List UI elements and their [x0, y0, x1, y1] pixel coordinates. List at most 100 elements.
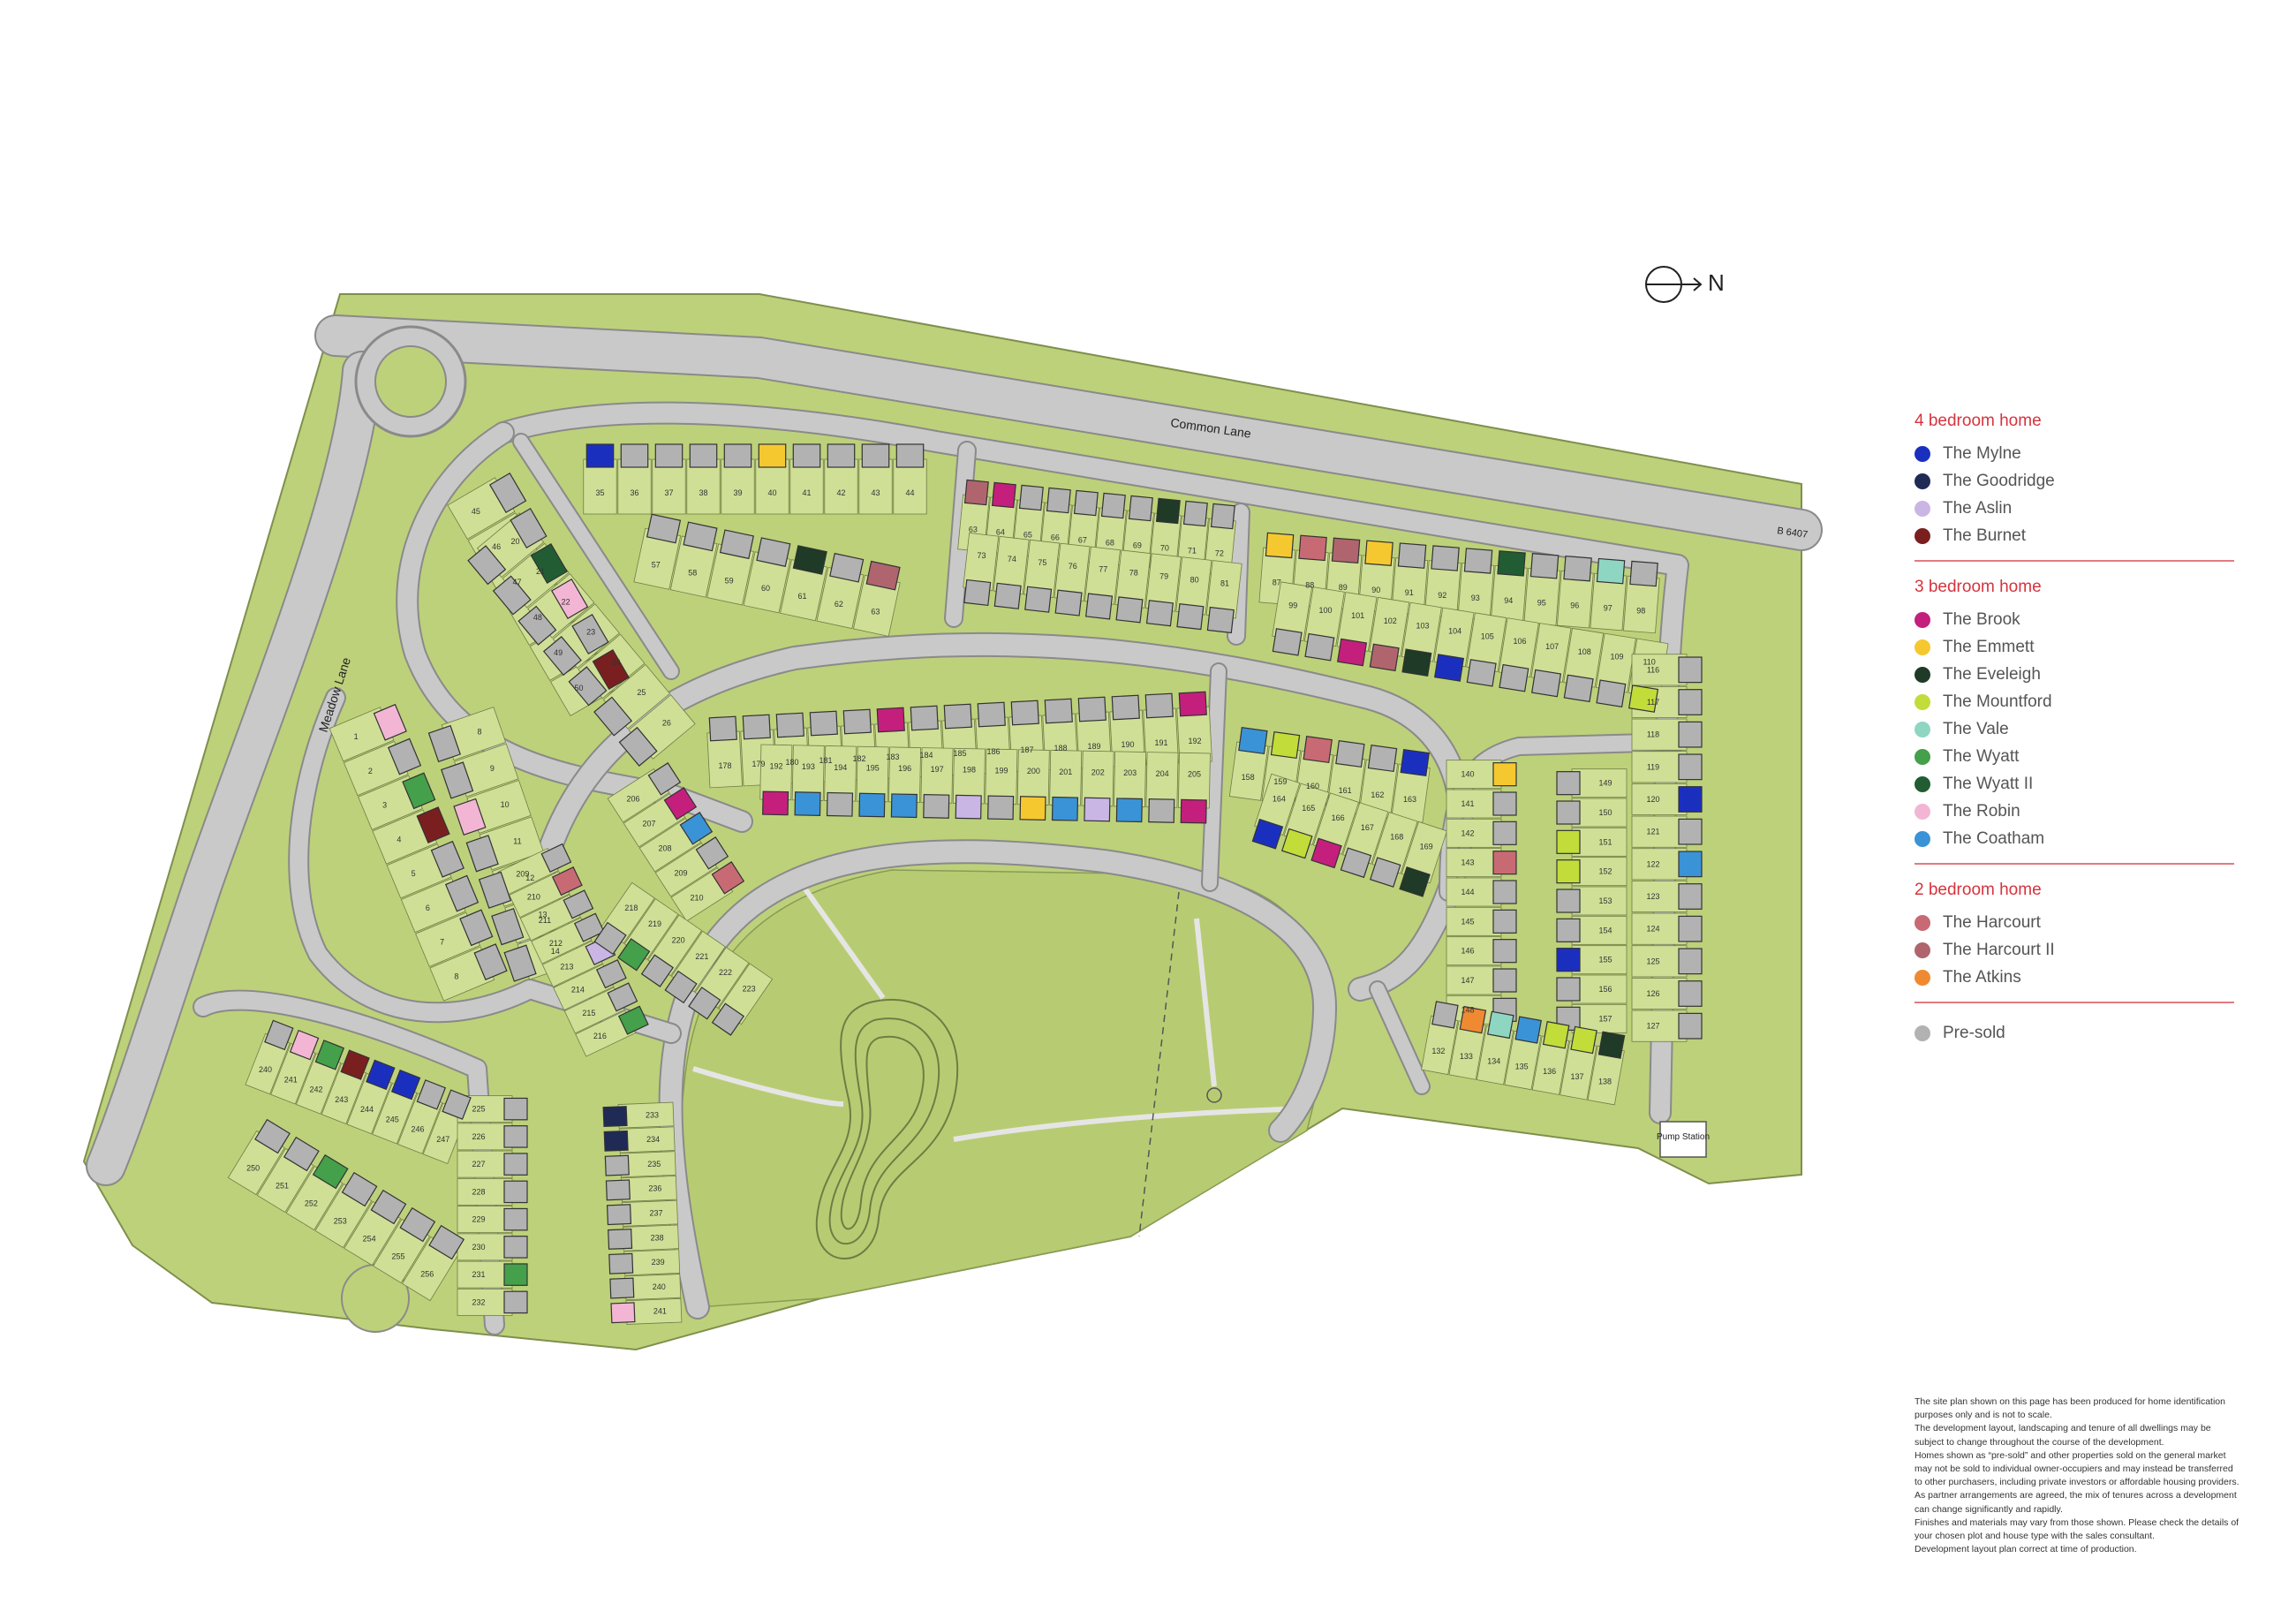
house-pre-sold[interactable] [1678, 721, 1703, 748]
house-the-eveleigh[interactable] [1155, 497, 1181, 525]
house-pre-sold[interactable] [503, 1207, 528, 1231]
house-pre-sold[interactable] [1629, 560, 1658, 587]
house-pre-sold[interactable] [1100, 492, 1126, 519]
house-pre-sold[interactable] [1367, 745, 1398, 773]
house-the-mountford[interactable] [1556, 859, 1581, 884]
house-the-mountford[interactable] [1542, 1021, 1570, 1049]
house-pre-sold[interactable] [792, 443, 821, 468]
house-pre-sold[interactable] [1176, 603, 1205, 631]
house-pre-sold[interactable] [1397, 542, 1427, 569]
house-pre-sold[interactable] [1596, 679, 1627, 708]
house-pre-sold[interactable] [1492, 791, 1517, 816]
house-pre-sold[interactable] [1556, 889, 1581, 913]
house-pre-sold[interactable] [1492, 968, 1517, 993]
house-pre-sold[interactable] [608, 1228, 633, 1250]
house-pre-sold[interactable] [963, 579, 992, 607]
house-the-mylne[interactable] [1400, 749, 1430, 777]
house-pre-sold[interactable] [1492, 821, 1517, 845]
house-pre-sold[interactable] [1148, 798, 1175, 823]
house-pre-sold[interactable] [1304, 632, 1335, 662]
house-pre-sold[interactable] [1556, 800, 1581, 825]
house-the-emmett[interactable] [1265, 532, 1295, 559]
house-the-harcourt[interactable] [1303, 736, 1333, 764]
house-the-wyatt[interactable] [503, 1263, 528, 1286]
house-pre-sold[interactable] [1563, 555, 1592, 582]
house-the-mountford[interactable] [1556, 829, 1581, 854]
house-pre-sold[interactable] [1492, 939, 1517, 964]
house-the-mylne[interactable] [1434, 654, 1465, 682]
house-pre-sold[interactable] [1054, 589, 1083, 616]
house-the-coatham[interactable] [858, 792, 886, 818]
house-pre-sold[interactable] [1678, 818, 1703, 845]
house-pre-sold[interactable] [503, 1097, 528, 1121]
house-pre-sold[interactable] [654, 443, 684, 468]
house-pre-sold[interactable] [861, 443, 890, 468]
house-pre-sold[interactable] [1556, 977, 1581, 1002]
house-the-brook[interactable] [762, 790, 789, 816]
house-the-coatham[interactable] [890, 793, 918, 819]
house-the-mountford[interactable] [1570, 1025, 1597, 1055]
house-pre-sold[interactable] [1563, 674, 1594, 703]
house-the-harcourt[interactable] [1298, 534, 1327, 562]
house-the-coatham[interactable] [1115, 798, 1143, 823]
house-the-eveleigh[interactable] [1597, 1031, 1626, 1059]
house-the-vale[interactable] [1487, 1010, 1514, 1040]
house-the-brook[interactable] [1178, 691, 1207, 717]
house-pre-sold[interactable] [503, 1180, 528, 1204]
house-the-aslin[interactable] [1084, 797, 1111, 822]
house-pre-sold[interactable] [503, 1236, 528, 1259]
house-pre-sold[interactable] [1492, 880, 1517, 904]
house-pre-sold[interactable] [1272, 628, 1303, 656]
house-pre-sold[interactable] [1463, 548, 1493, 574]
house-pre-sold[interactable] [1678, 948, 1703, 975]
house-pre-sold[interactable] [1182, 500, 1208, 527]
house-pre-sold[interactable] [708, 715, 737, 742]
house-the-harcourt-ii[interactable] [1369, 643, 1400, 672]
house-pre-sold[interactable] [1556, 918, 1581, 942]
house-the-aslin[interactable] [955, 794, 982, 820]
house-pre-sold[interactable] [1556, 771, 1581, 796]
house-pre-sold[interactable] [1678, 753, 1703, 781]
house-the-brook[interactable] [876, 707, 905, 733]
house-pre-sold[interactable] [1073, 489, 1099, 517]
house-pre-sold[interactable] [503, 1290, 528, 1314]
house-the-mylne[interactable] [585, 443, 615, 468]
house-the-goodridge[interactable] [602, 1106, 628, 1128]
house-the-emmett[interactable] [1364, 540, 1393, 566]
house-the-coatham[interactable] [1051, 796, 1079, 821]
house-pre-sold[interactable] [1210, 503, 1235, 530]
house-pre-sold[interactable] [1010, 700, 1039, 726]
house-pre-sold[interactable] [993, 582, 1022, 609]
house-pre-sold[interactable] [910, 705, 939, 731]
house-pre-sold[interactable] [609, 1277, 635, 1299]
house-the-coatham[interactable] [794, 791, 821, 816]
house-pre-sold[interactable] [1431, 1001, 1459, 1029]
house-pre-sold[interactable] [742, 714, 771, 740]
house-the-emmett[interactable] [1492, 762, 1517, 787]
house-the-harcourt[interactable] [1492, 851, 1517, 875]
house-the-harcourt-ii[interactable] [963, 479, 989, 506]
house-pre-sold[interactable] [723, 443, 752, 468]
house-pre-sold[interactable] [1531, 669, 1562, 698]
house-pre-sold[interactable] [1529, 553, 1560, 579]
house-pre-sold[interactable] [1145, 600, 1174, 627]
house-the-brook[interactable] [1180, 798, 1207, 824]
house-the-mylne[interactable] [1678, 786, 1703, 813]
house-pre-sold[interactable] [842, 708, 872, 735]
house-pre-sold[interactable] [604, 1154, 630, 1176]
house-pre-sold[interactable] [1128, 495, 1153, 522]
house-the-harcourt-ii[interactable] [1331, 537, 1361, 564]
house-pre-sold[interactable] [1678, 883, 1703, 910]
house-the-mountford[interactable] [1270, 731, 1301, 760]
house-pre-sold[interactable] [1044, 698, 1073, 724]
house-pre-sold[interactable] [605, 1179, 631, 1201]
house-pre-sold[interactable] [977, 701, 1006, 728]
house-the-robin[interactable] [610, 1302, 636, 1324]
house-the-emmett[interactable] [758, 443, 787, 468]
house-the-brook[interactable] [1337, 638, 1368, 667]
house-pre-sold[interactable] [1206, 606, 1235, 634]
house-pre-sold[interactable] [1431, 545, 1460, 571]
house-pre-sold[interactable] [689, 443, 718, 468]
house-pre-sold[interactable] [606, 1204, 632, 1226]
house-pre-sold[interactable] [775, 712, 804, 738]
